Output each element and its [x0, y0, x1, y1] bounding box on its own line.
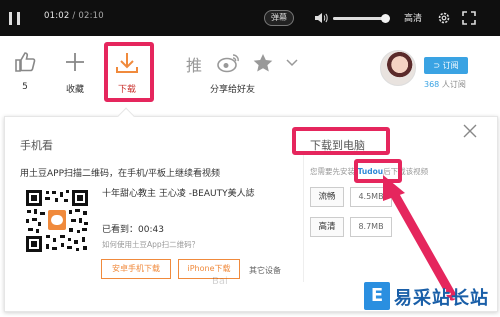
- player-control-bar: 01:02 / 02:10 弹幕 高清: [0, 0, 500, 36]
- subscribe-button[interactable]: ⊃ 订阅: [424, 57, 468, 74]
- time-total: / 02:10: [69, 11, 104, 21]
- avatar[interactable]: [380, 50, 416, 86]
- qr-help-link[interactable]: 如何使用土豆App扫二维码？: [102, 239, 199, 250]
- fullscreen-icon[interactable]: [462, 11, 476, 25]
- close-icon[interactable]: [463, 124, 477, 138]
- subscriber-number: 368: [424, 80, 440, 89]
- pause-icon[interactable]: [9, 12, 21, 25]
- android-download-button[interactable]: 安卓手机下载: [101, 259, 171, 279]
- qr-code: [24, 188, 90, 254]
- mobile-description: 用土豆APP扫描二维码，在手机/平板上继续看视频: [20, 169, 221, 179]
- thumbs-up-icon: [15, 52, 36, 72]
- volume-fill: [333, 17, 386, 20]
- quality-option-label[interactable]: 流畅: [310, 187, 344, 207]
- plus-icon: [66, 53, 84, 71]
- danmu-toggle-button[interactable]: 弹幕: [264, 10, 294, 26]
- quality-option-size: 4.5MB: [350, 187, 392, 207]
- site-watermark: 易采站长站: [394, 288, 489, 309]
- quality-selector[interactable]: 高清: [404, 11, 422, 24]
- time-current: 01:02: [44, 11, 70, 21]
- panel-divider: [303, 152, 304, 282]
- star-icon[interactable]: [252, 52, 274, 74]
- watched-progress: 已看到：00:43: [102, 225, 164, 235]
- other-devices-link[interactable]: 其它设备: [249, 265, 281, 276]
- download-highlight-box: [104, 42, 154, 102]
- iphone-download-button[interactable]: iPhone下载: [178, 259, 240, 279]
- weibo-icon[interactable]: [217, 52, 241, 74]
- quality-option-row[interactable]: 高清 8.7MB: [310, 217, 396, 237]
- subscribe-rss-icon: ⊃: [433, 61, 443, 70]
- subscriber-suffix: 人订阅: [439, 80, 466, 89]
- subscriber-count: 368 人订阅: [424, 79, 466, 90]
- share-label[interactable]: 分享给好友: [210, 82, 255, 95]
- favorite-label: 收藏: [65, 85, 84, 95]
- quality-option-label[interactable]: 高清: [310, 217, 344, 237]
- quality-option-row[interactable]: 流畅 4.5MB: [310, 187, 396, 207]
- favorite-button[interactable]: 收藏: [61, 50, 89, 95]
- gear-icon[interactable]: [437, 11, 451, 25]
- itudou-highlight-box: [354, 159, 402, 183]
- baidu-watermark: Bai: [212, 276, 228, 287]
- pc-note-prefix: 您需要先安装: [310, 167, 355, 176]
- volume-slider[interactable]: [333, 14, 391, 23]
- pc-heading-highlight-box: [292, 127, 390, 155]
- volume-knob[interactable]: [381, 14, 391, 23]
- mobile-heading: 手机看: [20, 139, 53, 152]
- chevron-down-icon[interactable]: [286, 58, 298, 68]
- quality-option-size: 8.7MB: [350, 217, 392, 237]
- site-logo-icon: E: [364, 282, 390, 310]
- like-count: 5: [22, 82, 28, 92]
- volume-icon[interactable]: [313, 10, 329, 26]
- recommend-button[interactable]: 推: [184, 52, 204, 76]
- subscribe-label: 订阅: [442, 61, 459, 70]
- time-display: 01:02 / 02:10: [44, 11, 104, 21]
- like-button[interactable]: 5: [12, 50, 38, 92]
- video-title: 十年甜心教主 王心凌 -BEAUTY美人誌: [102, 189, 255, 199]
